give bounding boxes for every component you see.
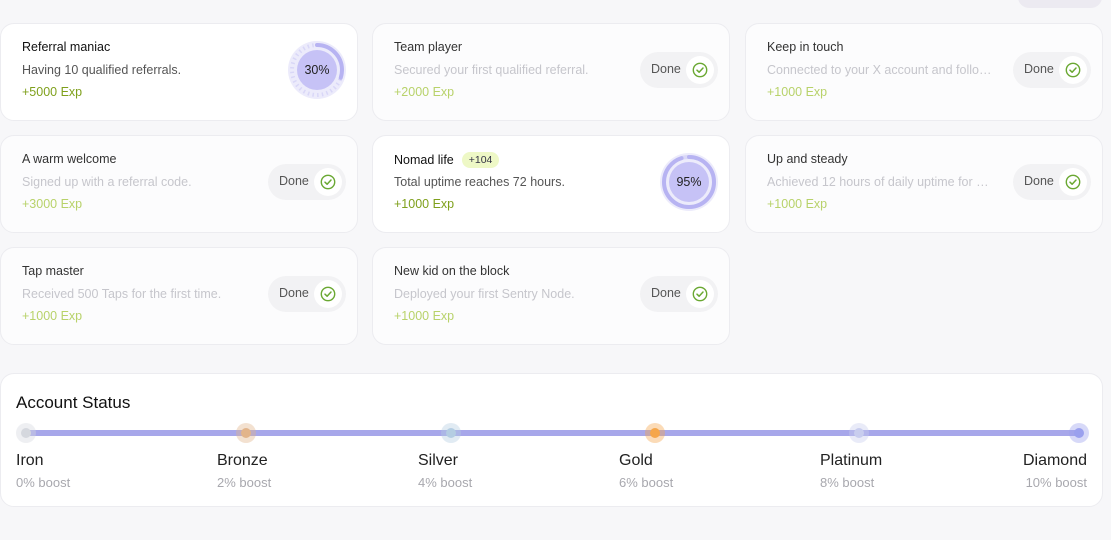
done-button[interactable]: Done — [640, 52, 718, 88]
bonus-chip: +104 — [461, 152, 500, 168]
tier-node-platinum — [849, 423, 869, 443]
achievement-card-team-player: Team player Secured your first qualified… — [372, 23, 730, 121]
check-circle-icon — [686, 280, 714, 308]
progress-percent: 30% — [304, 63, 330, 77]
tier-name-gold: Gold — [619, 452, 653, 469]
platinum-gem-icon — [854, 428, 864, 438]
tier-boost-gold: 6% boost — [619, 475, 674, 490]
achievement-desc: Having 10 qualified referrals. — [22, 63, 182, 77]
diamond-gem-icon — [1074, 428, 1084, 438]
achievement-title: Team player — [394, 40, 463, 54]
bronze-gem-icon — [241, 428, 251, 438]
achievement-title: A warm welcome — [22, 152, 117, 166]
tier-name-iron: Iron — [16, 452, 44, 469]
achievement-exp: +2000 Exp — [394, 85, 455, 99]
achievement-card-a-warm-welcome: A warm welcome Signed up with a referral… — [0, 135, 358, 233]
iron-gem-icon — [21, 428, 31, 438]
done-button[interactable]: Done — [640, 276, 718, 312]
check-circle-icon — [686, 56, 714, 84]
achievement-title: Tap master — [22, 264, 84, 278]
done-label: Done — [1024, 62, 1054, 76]
achievement-title: Referral maniac — [22, 40, 111, 54]
achievement-card-referral-maniac: Referral maniac Having 10 qualified refe… — [0, 23, 358, 121]
progress-ring: 95% — [659, 152, 719, 212]
silver-gem-icon — [446, 428, 456, 438]
achievement-desc: Secured your first qualified referral. — [394, 63, 589, 77]
top-pill-button[interactable] — [1018, 0, 1102, 8]
achievement-card-up-and-steady: Up and steady Achieved 12 hours of daily… — [745, 135, 1103, 233]
tier-boost-diamond: 10% boost — [1025, 475, 1087, 490]
tier-node-bronze — [236, 423, 256, 443]
achievement-title: Nomad life +104 — [394, 152, 500, 168]
achievement-card-new-kid-on-the-block: New kid on the block Deployed your first… — [372, 247, 730, 345]
done-button[interactable]: Done — [268, 164, 346, 200]
tier-node-diamond — [1069, 423, 1089, 443]
progress-percent: 95% — [676, 175, 702, 189]
done-label: Done — [279, 286, 309, 300]
gold-gem-icon — [650, 428, 660, 438]
achievement-exp: +5000 Exp — [22, 85, 83, 99]
tier-progress-track — [26, 430, 1079, 436]
check-circle-icon — [1059, 168, 1087, 196]
tier-node-gold — [645, 423, 665, 443]
tier-boost-silver: 4% boost — [418, 475, 473, 490]
achievement-desc: Signed up with a referral code. — [22, 175, 192, 189]
check-circle-icon — [314, 280, 342, 308]
done-label: Done — [651, 286, 681, 300]
tier-boost-bronze: 2% boost — [217, 475, 272, 490]
tier-boost-platinum: 8% boost — [820, 475, 875, 490]
achievement-exp: +1000 Exp — [394, 197, 455, 211]
done-label: Done — [651, 62, 681, 76]
account-status-card: Account Status Iron 0% boost Bronze 2% b… — [0, 373, 1103, 507]
tier-name-bronze: Bronze — [217, 452, 268, 469]
achievement-exp: +1000 Exp — [22, 309, 83, 323]
achievement-exp: +1000 Exp — [767, 197, 828, 211]
done-button[interactable]: Done — [1013, 164, 1091, 200]
tier-node-iron — [16, 423, 36, 443]
achievement-card-keep-in-touch: Keep in touch Connected to your X accoun… — [745, 23, 1103, 121]
achievement-desc: Total uptime reaches 72 hours. — [394, 175, 565, 189]
check-circle-icon — [1059, 56, 1087, 84]
achievement-desc: Received 500 Taps for the first time. — [22, 287, 222, 301]
achievement-desc: Achieved 12 hours of daily uptime for a … — [767, 175, 992, 189]
progress-ring: 30% — [287, 40, 347, 100]
achievement-title: Keep in touch — [767, 40, 844, 54]
achievement-desc: Deployed your first Sentry Node. — [394, 287, 575, 301]
achievement-exp: +1000 Exp — [394, 309, 455, 323]
achievement-exp: +1000 Exp — [767, 85, 828, 99]
tier-name-diamond: Diamond — [1022, 452, 1087, 469]
done-label: Done — [279, 174, 309, 188]
achievement-card-nomad-life: Nomad life +104 Total uptime reaches 72 … — [372, 135, 730, 233]
tier-boost-iron: 0% boost — [16, 475, 71, 490]
account-status-title: Account Status — [16, 393, 131, 412]
achievement-card-tap-master: Tap master Received 500 Taps for the fir… — [0, 247, 358, 345]
tier-node-silver — [441, 423, 461, 443]
check-circle-icon — [314, 168, 342, 196]
tier-name-platinum: Platinum — [820, 452, 883, 469]
done-label: Done — [1024, 174, 1054, 188]
achievement-title: Up and steady — [767, 152, 848, 166]
achievement-exp: +3000 Exp — [22, 197, 83, 211]
done-button[interactable]: Done — [1013, 52, 1091, 88]
tier-name-silver: Silver — [418, 452, 459, 469]
achievement-desc: Connected to your X account and followed… — [767, 63, 992, 77]
done-button[interactable]: Done — [268, 276, 346, 312]
achievement-title: New kid on the block — [394, 264, 510, 278]
